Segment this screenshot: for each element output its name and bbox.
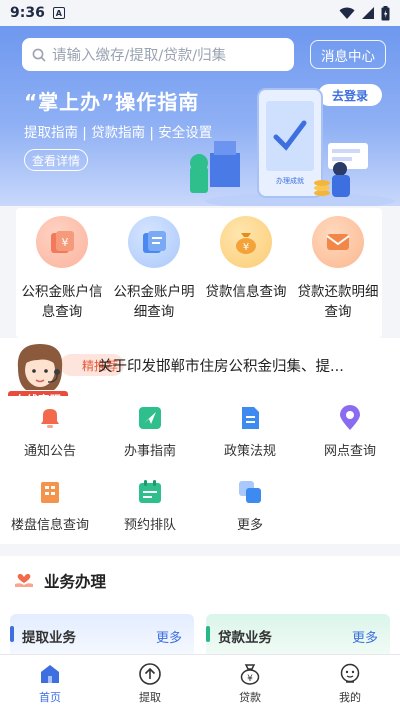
document-icon [242, 407, 259, 429]
loan-business-card[interactable]: 贷款业务 更多 [206, 614, 390, 654]
quick-item-repayment-detail[interactable]: 贷款还款明细查询 [292, 208, 384, 338]
grid-item-label: 更多 [236, 518, 263, 533]
withdraw-more-link[interactable]: 更多 [156, 627, 182, 646]
yuan-card-icon: ¥ [36, 216, 88, 268]
quick-item-loan-info[interactable]: ¥ 贷款信息查询 [200, 208, 292, 338]
money-bag-outline-icon: ¥ [240, 664, 260, 685]
search-input[interactable]: 请输入缴存/提取/贷款/归集 [22, 38, 294, 71]
location-pin-icon [340, 405, 360, 430]
search-placeholder: 请输入缴存/提取/贷款/归集 [52, 48, 227, 64]
grid-item-policy[interactable]: 政策法规 [200, 404, 300, 459]
business-section: 业务办理 提取业务 更多 贷款业务 更多 [0, 556, 400, 654]
news-headline[interactable]: 关于印发邯郸市住房公积金归集、提... [98, 355, 344, 376]
loan-more-link[interactable]: 更多 [352, 627, 378, 646]
quick-item-account-info[interactable]: ¥ 公积金账户信息查询 [16, 208, 108, 338]
status-bar: 9:36 A [0, 0, 400, 26]
grid-item-label: 办事指南 [123, 444, 176, 459]
quick-item-label: 贷款还款明细查询 [297, 284, 379, 320]
grid-item-label: 通知公告 [23, 444, 76, 459]
service-grid: 通知公告 办事指南 政策法规 网点查询 楼盘信息查询 预约排队 更多 [0, 396, 400, 544]
banner-title: “掌上办”操作指南 [24, 90, 200, 114]
money-bag-icon: ¥ [220, 216, 272, 268]
grid-item-appointment[interactable]: 预约排队 [100, 478, 200, 533]
card-accent-bar [206, 626, 210, 642]
app-notification-icon: A [52, 7, 65, 19]
grid-item-label: 网点查询 [323, 444, 376, 459]
quick-item-label: 公积金账户信息查询 [21, 284, 103, 320]
bottom-tab-bar: 首页 提取 ¥ 贷款 我的 [0, 654, 400, 710]
grid-item-label: 楼盘信息查询 [10, 518, 89, 533]
tab-home[interactable]: 首页 [0, 655, 100, 710]
tab-withdraw[interactable]: 提取 [100, 655, 200, 710]
tab-label: 我的 [339, 691, 361, 704]
quick-services-card: ¥ 公积金账户信息查询 公积金账户明细查询 ¥ 贷款信息查询 贷款还款明细查询 [16, 208, 382, 338]
business-title: 业务办理 [44, 573, 107, 591]
signal-icon [362, 7, 374, 19]
home-icon [41, 665, 59, 683]
view-details-button[interactable]: 查看详情 [24, 149, 88, 171]
battery-icon [381, 5, 390, 20]
search-icon [32, 48, 46, 62]
document-card-icon [128, 216, 180, 268]
calendar-icon [139, 480, 161, 503]
quick-item-label: 公积金账户明细查询 [113, 284, 195, 320]
status-icons [339, 5, 390, 21]
tab-label: 首页 [39, 691, 61, 704]
message-icon [312, 216, 364, 268]
arrow-up-circle-icon [139, 663, 161, 685]
card-accent-bar [10, 626, 14, 642]
tab-label: 提取 [139, 691, 161, 704]
bell-icon [41, 409, 59, 428]
grid-item-more[interactable]: 更多 [200, 478, 300, 533]
more-squares-icon [239, 481, 261, 503]
card-title: 贷款业务 [218, 630, 272, 646]
guide-arrow-icon [139, 407, 161, 429]
withdraw-business-card[interactable]: 提取业务 更多 [10, 614, 194, 654]
heart-hand-icon [15, 573, 33, 587]
grid-item-outlets[interactable]: 网点查询 [300, 404, 400, 459]
building-icon [41, 482, 59, 503]
banner-illustration: 办理成就 [190, 88, 395, 206]
grid-item-notice[interactable]: 通知公告 [0, 404, 100, 459]
quick-item-account-detail[interactable]: 公积金账户明细查询 [108, 208, 200, 338]
message-center-button[interactable]: 消息中心 [310, 40, 386, 69]
quick-item-label: 贷款信息查询 [205, 284, 287, 300]
user-face-icon [340, 663, 360, 683]
wifi-icon [339, 7, 355, 19]
svg-text:¥: ¥ [62, 236, 69, 249]
grid-item-label: 预约排队 [123, 518, 176, 533]
status-time: 9:36 [10, 5, 45, 21]
illustration-caption: 办理成就 [276, 176, 304, 185]
app-screen: 9:36 A 请输入缴存/提取/贷款/归集 消息中心 “掌上办”操作指南 提取指… [0, 0, 400, 710]
grid-item-label: 政策法规 [223, 444, 276, 459]
card-title: 提取业务 [22, 630, 76, 646]
grid-item-guide[interactable]: 办事指南 [100, 404, 200, 459]
tab-label: 贷款 [239, 691, 261, 704]
grid-item-property[interactable]: 楼盘信息查询 [0, 478, 100, 533]
tab-mine[interactable]: 我的 [300, 655, 400, 710]
svg-text:¥: ¥ [247, 674, 253, 684]
svg-text:¥: ¥ [243, 242, 249, 253]
tab-loan[interactable]: ¥ 贷款 [200, 655, 300, 710]
hero-banner[interactable]: 请输入缴存/提取/贷款/归集 消息中心 “掌上办”操作指南 提取指南 | 贷款指… [0, 26, 400, 206]
